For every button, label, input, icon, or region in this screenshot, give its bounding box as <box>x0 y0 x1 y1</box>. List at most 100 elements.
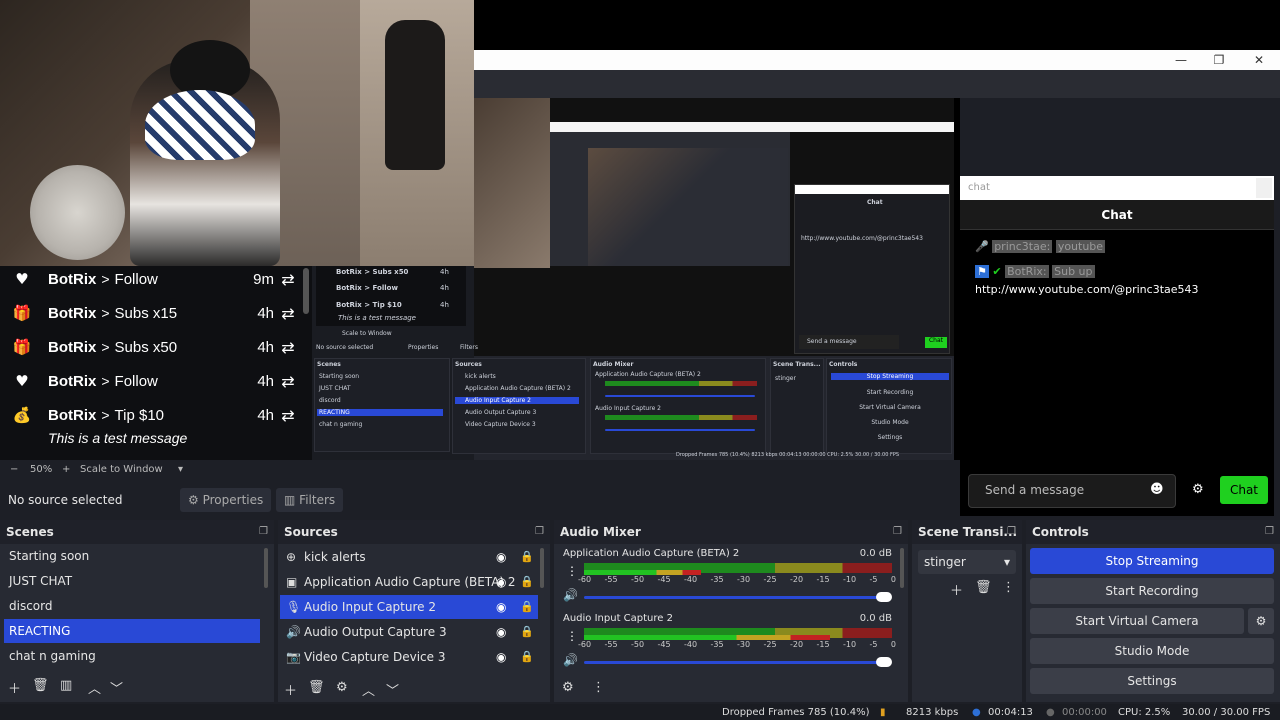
add-icon[interactable]: ＋ <box>284 680 297 699</box>
undock-icon[interactable]: ❐ <box>1007 520 1016 544</box>
filters-button[interactable]: ▥ Filters <box>276 488 344 512</box>
lock-icon[interactable]: 🔒 <box>520 545 534 569</box>
sources-title: Sources <box>284 525 338 539</box>
sources-scrollbar[interactable] <box>540 548 544 588</box>
webcam-cap <box>145 90 255 160</box>
replay-icon[interactable]: ⇄ <box>274 304 302 323</box>
lock-icon[interactable]: 🔒 <box>520 595 534 619</box>
settings-button[interactable]: Settings <box>1030 668 1274 694</box>
scenes-scrollbar[interactable] <box>264 548 268 588</box>
preview-chat-input: Send a message <box>799 335 899 349</box>
record-icon: ● <box>1046 707 1055 718</box>
preview-alert-time-2: 4h <box>440 301 449 309</box>
add-icon[interactable]: ＋ <box>950 580 963 599</box>
gear-icon[interactable]: ⚙ <box>562 680 574 695</box>
dropped-frames: Dropped Frames 785 (10.4%) <box>722 707 870 718</box>
replay-icon[interactable]: ⇄ <box>274 406 302 425</box>
volume-slider[interactable] <box>584 661 884 664</box>
trash-icon[interactable]: 🗑 <box>308 680 325 695</box>
transition-select[interactable]: stinger ▾ <box>918 550 1016 574</box>
undock-icon[interactable]: ❐ <box>893 520 902 544</box>
undock-icon[interactable]: ❐ <box>259 520 268 544</box>
chat-link[interactable]: http://www.youtube.com/@princ3tae543 <box>975 283 1199 296</box>
kebab-menu-icon[interactable]: ⋮ <box>566 564 578 578</box>
studio-mode-button[interactable]: Studio Mode <box>1030 638 1274 664</box>
start-recording-button[interactable]: Start Recording <box>1030 578 1274 604</box>
filter-icon[interactable]: ▥ <box>60 678 72 693</box>
chat-username[interactable]: princ3tae: <box>992 240 1053 253</box>
close-button[interactable]: ✕ <box>1242 50 1276 70</box>
chat-username[interactable]: BotRix: <box>1005 265 1049 278</box>
volume-slider-handle[interactable] <box>876 657 892 667</box>
zoom-out-button[interactable]: − <box>10 464 18 475</box>
kebab-menu-icon[interactable]: ⋮ <box>566 629 578 643</box>
source-name: Audio Input Capture 2 <box>304 600 436 614</box>
properties-button[interactable]: ⚙ Properties <box>180 488 272 512</box>
gear-icon[interactable]: ⚙ <box>336 680 348 695</box>
chat-tab[interactable]: chat <box>960 176 1274 200</box>
stop-streaming-button[interactable]: Stop Streaming <box>1030 548 1274 574</box>
minimize-button[interactable]: — <box>1164 50 1198 70</box>
lock-icon[interactable]: 🔒 <box>520 620 534 644</box>
speaker-icon[interactable]: 🔊 <box>563 588 578 602</box>
source-item[interactable]: 📷 Video Capture Device 3 ◉ 🔒 <box>280 645 538 669</box>
virtual-camera-settings-button[interactable]: ⚙ <box>1248 608 1274 634</box>
source-item[interactable]: ▣ Application Audio Capture (BETA) 2 ◉ 🔒 <box>280 570 538 594</box>
chat-message: ⚑ ✔ BotRix: Sub up <box>975 265 1095 278</box>
scene-item[interactable]: discord <box>4 594 260 618</box>
move-up-icon[interactable]: ︿ <box>362 680 375 699</box>
replay-icon[interactable]: ⇄ <box>274 372 302 391</box>
volume-slider-handle[interactable] <box>876 592 892 602</box>
add-icon[interactable]: ＋ <box>8 678 21 697</box>
scene-item[interactable]: Starting soon <box>4 544 260 568</box>
lock-icon[interactable]: 🔒 <box>520 570 534 594</box>
move-down-icon[interactable]: ﹀ <box>110 678 123 697</box>
source-item-selected[interactable]: 🎙 Audio Input Capture 2 ◉ 🔒 <box>280 595 538 619</box>
eye-icon[interactable]: ◉ <box>496 645 506 669</box>
chevron-down-icon[interactable]: ▾ <box>178 464 183 475</box>
eye-icon[interactable]: ◉ <box>496 545 506 569</box>
mixer-scrollbar[interactable] <box>900 548 904 588</box>
eye-icon[interactable]: ◉ <box>496 620 506 644</box>
replay-icon[interactable]: ⇄ <box>274 270 302 289</box>
start-virtual-camera-button[interactable]: Start Virtual Camera <box>1030 608 1244 634</box>
chevron-down-icon: ▾ <box>1003 555 1010 569</box>
alert-time: 4h <box>257 338 274 356</box>
kebab-menu-icon[interactable]: ⋮ <box>1002 580 1015 595</box>
maximize-button[interactable]: ❐ <box>1202 50 1236 70</box>
heart-icon: ♥ <box>15 372 29 390</box>
webcam-feed <box>0 0 474 266</box>
source-item[interactable]: 🔊 Audio Output Capture 3 ◉ 🔒 <box>280 620 538 644</box>
undock-icon[interactable]: ❐ <box>1265 520 1274 544</box>
preview-scene-1: JUST CHAT <box>319 385 351 392</box>
lock-icon[interactable]: 🔒 <box>520 645 534 669</box>
gear-icon[interactable]: ⚙ <box>1192 482 1204 497</box>
alert-user: BotRix <box>48 406 97 424</box>
scene-item-selected[interactable]: REACTING <box>4 619 260 643</box>
preview-status: Dropped Frames 785 (10.4%) 8213 kbps 00:… <box>676 452 900 458</box>
chat-close-button[interactable] <box>1256 178 1272 198</box>
eye-icon[interactable]: ◉ <box>496 595 506 619</box>
speaker-icon[interactable]: 🔊 <box>563 653 578 667</box>
source-item[interactable]: ⊕ kick alerts ◉ 🔒 <box>280 545 538 569</box>
zoom-in-button[interactable]: + <box>62 464 70 475</box>
chat-send-button[interactable]: Chat <box>1220 476 1268 504</box>
kebab-menu-icon[interactable]: ⋮ <box>592 680 605 695</box>
gear-icon: ⚙ <box>1255 614 1267 628</box>
undock-icon[interactable]: ❐ <box>535 520 544 544</box>
scene-item[interactable]: JUST CHAT <box>4 569 260 593</box>
move-down-icon[interactable]: ﹀ <box>386 680 399 699</box>
eye-icon[interactable]: ◉ <box>496 570 506 594</box>
chat-input[interactable]: Send a message <box>968 474 1176 508</box>
scale-mode[interactable]: Scale to Window <box>80 464 163 475</box>
move-up-icon[interactable]: ︿ <box>88 678 101 697</box>
trash-icon[interactable]: 🗑 <box>32 678 49 693</box>
trash-icon[interactable]: 🗑 <box>975 580 992 595</box>
emoji-icon[interactable]: ☻ <box>1150 482 1164 497</box>
volume-slider[interactable] <box>584 596 884 599</box>
alert-separator: > <box>101 339 110 355</box>
alerts-scrollbar[interactable] <box>303 268 309 314</box>
scenes-header: Scenes ❐ <box>0 520 274 544</box>
replay-icon[interactable]: ⇄ <box>274 338 302 357</box>
scene-item[interactable]: chat n gaming <box>4 644 260 668</box>
